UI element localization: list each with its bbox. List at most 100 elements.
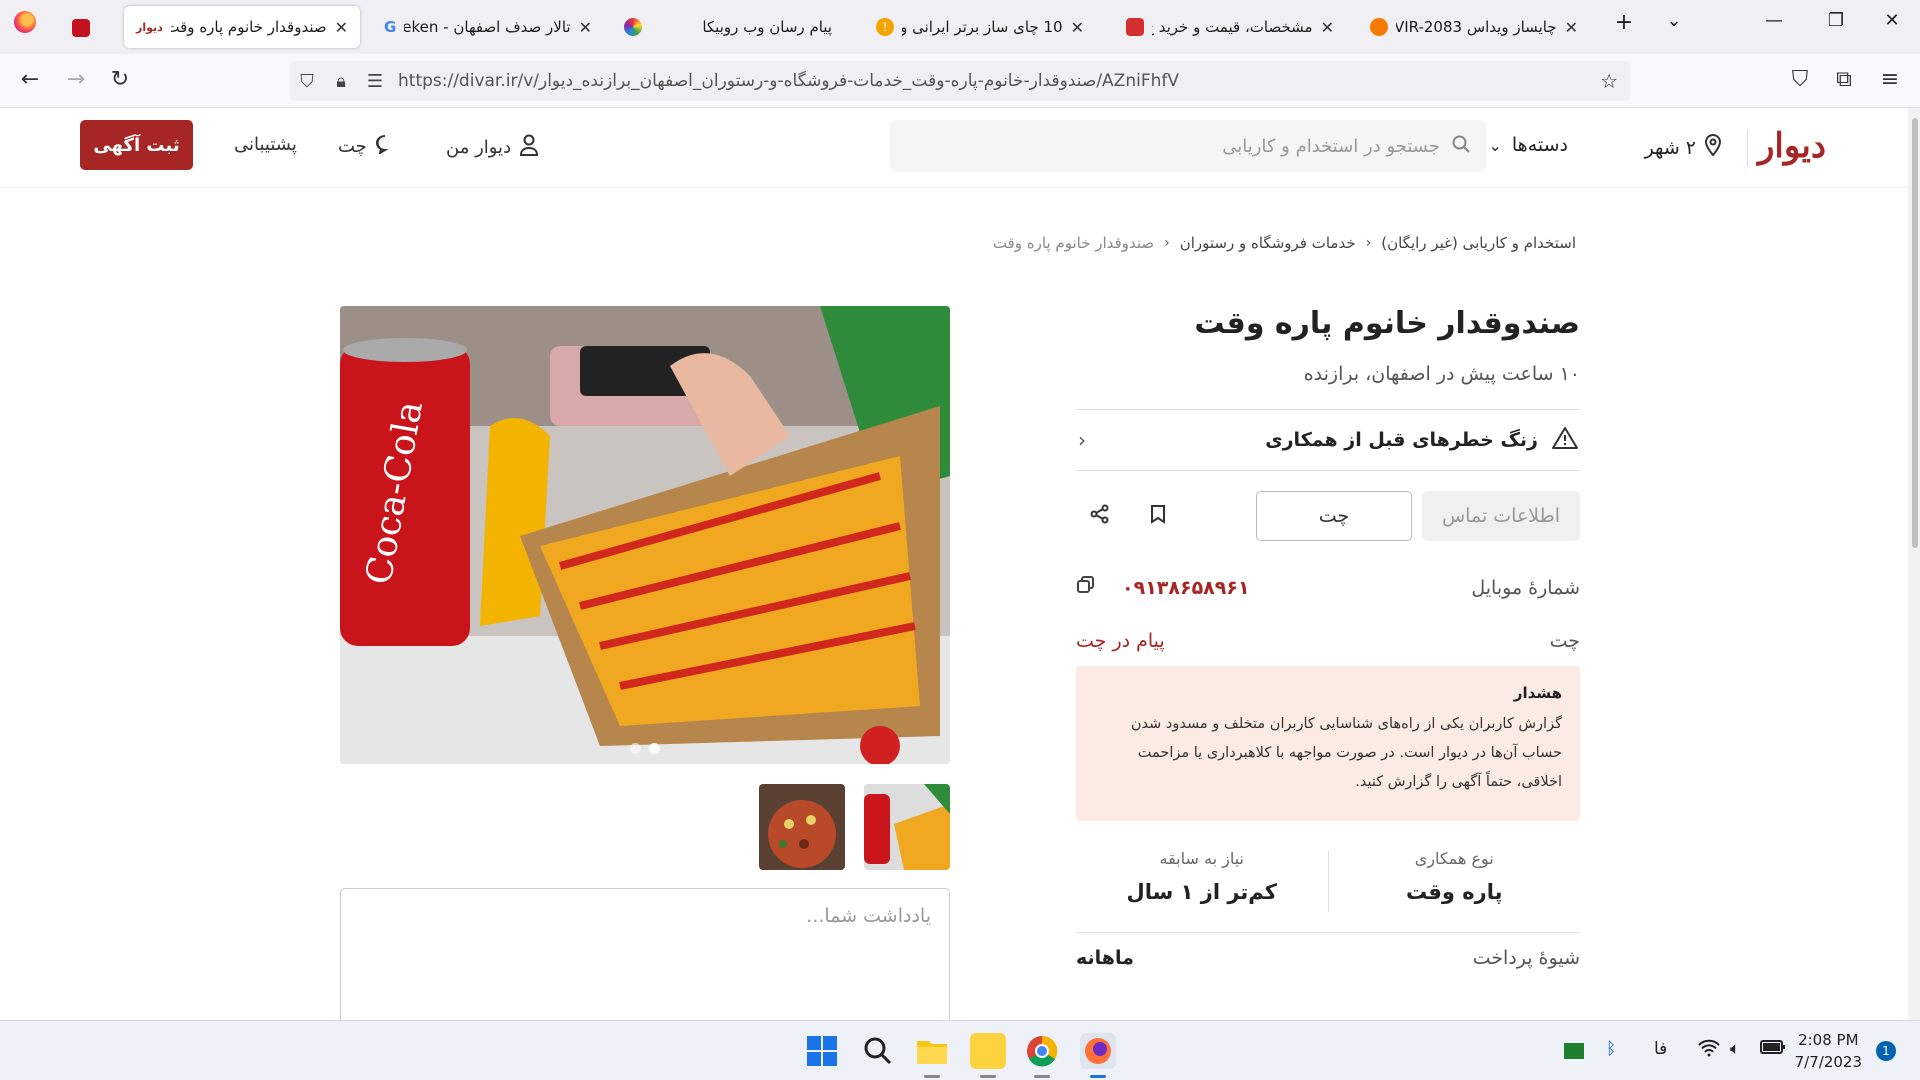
mobile-number[interactable]: ۰۹۱۳۸۶۵۸۹۶۱ <box>1122 577 1250 599</box>
chat-link[interactable]: پیام در چت <box>1076 630 1165 652</box>
page-scrollbar[interactable] <box>1908 108 1920 1020</box>
tab-title: 10 چای ساز برتر ایرانی و خا <box>902 18 1063 36</box>
pocket-icon[interactable]: ⛉ <box>1786 67 1814 92</box>
wifi-icon[interactable] <box>1698 1039 1720 1062</box>
divar-logo[interactable]: دیوار <box>1758 126 1826 166</box>
tab-badge: دیوار <box>136 20 163 34</box>
chat-row: چت پیام در چت <box>1076 630 1580 652</box>
gallery-dots[interactable] <box>630 743 660 754</box>
divider <box>1747 130 1748 166</box>
thumbnail-1[interactable] <box>864 784 950 870</box>
copy-icon[interactable] <box>1076 575 1096 600</box>
running-indicator <box>924 1075 940 1078</box>
permissions-icon[interactable]: ☰ <box>358 71 392 92</box>
ad-image[interactable]: Coca-Cola <box>340 306 950 764</box>
scrollbar-thumb[interactable] <box>1912 118 1918 548</box>
chrome-icon[interactable] <box>1024 1033 1060 1069</box>
tab[interactable]: پیام رسان وب روبیکا <box>612 6 844 48</box>
back-icon[interactable]: ← <box>16 67 44 92</box>
language-indicator[interactable]: فا <box>1654 1039 1667 1059</box>
pinned-tab[interactable] <box>60 8 102 48</box>
warning-title: هشدار <box>1513 684 1562 702</box>
file-explorer-icon[interactable] <box>914 1033 950 1069</box>
my-divar-label: دیوار من <box>446 137 512 158</box>
bookmark-star-icon[interactable]: ☆ <box>1600 69 1618 93</box>
chat-button[interactable]: چت <box>1256 491 1412 541</box>
gallery-dot[interactable] <box>630 743 641 754</box>
ad-title: صندوقدار خانوم پاره وقت <box>1194 306 1580 341</box>
volume-icon[interactable]: 🔈︎ <box>1730 1039 1740 1059</box>
clock-time: 2:08 PM <box>1798 1031 1859 1049</box>
bookmark-icon[interactable] <box>1150 504 1166 529</box>
nvidia-icon[interactable] <box>1564 1043 1584 1059</box>
address-bar[interactable]: ⛉ 🔒︎ ☰ https://divar.ir/v/صندوقدار-خانوم… <box>290 61 1630 101</box>
safety-alert-row[interactable]: زنگ خطرهای قبل از همکاری ‹ <box>1076 409 1580 471</box>
job-facts: نوع همکاری پاره وقت نیاز به سابقه کم‌تر … <box>1076 841 1580 933</box>
tab-title: صندوقدار خانوم پاره وقت <box>170 18 327 36</box>
contact-info-button[interactable]: اطلاعات تماس <box>1422 491 1580 541</box>
site-header: دیوار ۲ شهر دسته‌ها ⌄ جستجو در استخدام و… <box>0 108 1908 188</box>
warning-box: هشدار گزارش کاربران یکی از راه‌های شناسا… <box>1076 666 1580 821</box>
lock-icon[interactable]: 🔒︎ <box>324 71 358 92</box>
firefox-taskbar-icon[interactable] <box>1080 1033 1116 1069</box>
action-row: اطلاعات تماس چت <box>1076 491 1580 541</box>
window-close-icon[interactable]: ✕ <box>1872 10 1912 31</box>
payment-row: شیوهٔ پرداخت ماهانه <box>1076 947 1580 969</box>
close-icon[interactable]: ✕ <box>1071 18 1084 37</box>
tab-list-icon[interactable]: ⌄ <box>1654 10 1694 31</box>
forward-icon[interactable]: → <box>62 67 90 92</box>
tab-title: مشخصات، قیمت و خرید چ <box>1152 18 1313 36</box>
support-button[interactable]: پشتیبانی <box>234 134 297 155</box>
restore-icon[interactable]: ❐ <box>1816 10 1856 31</box>
warning-body: گزارش کاربران یکی از راه‌های شناسایی کار… <box>1130 716 1562 790</box>
tab[interactable]: ! 10 چای ساز برتر ایرانی و خا ✕ <box>864 6 1096 48</box>
divar-favicon <box>72 19 90 37</box>
system-clock[interactable]: 2:08 PM 7/7/2023 <box>1795 1029 1862 1073</box>
tab[interactable]: G تالار صدف اصفهان - eken ✕ <box>372 6 604 48</box>
fact-value: کم‌تر از ۱ سال <box>1126 880 1277 904</box>
close-icon[interactable]: ✕ <box>579 18 592 37</box>
notification-badge[interactable]: 1 <box>1876 1041 1896 1061</box>
my-divar-button[interactable]: دیوار من <box>446 134 539 161</box>
close-icon[interactable]: ✕ <box>1321 18 1334 37</box>
categories-dropdown[interactable]: دسته‌ها ⌄ <box>1488 134 1568 156</box>
payment-label: شیوهٔ پرداخت <box>1472 947 1580 969</box>
bluetooth-icon[interactable]: ᛒ <box>1606 1039 1616 1059</box>
share-icon[interactable] <box>1090 504 1110 529</box>
breadcrumb-item[interactable]: استخدام و کاریابی (غیر رایگان) <box>1381 234 1576 252</box>
start-icon[interactable] <box>804 1033 840 1069</box>
fact-experience: نیاز به سابقه کم‌تر از ۱ سال <box>1076 849 1329 912</box>
breadcrumb-item[interactable]: خدمات فروشگاه و رستوران <box>1180 234 1356 252</box>
search-icon[interactable] <box>860 1033 896 1069</box>
breadcrumb-current: صندوقدار خانوم پاره وقت <box>992 234 1155 252</box>
ad-details: صندوقدار خانوم پاره وقت ۱۰ ساعت پیش در ا… <box>1076 298 1580 969</box>
close-icon[interactable]: ✕ <box>1565 18 1578 37</box>
shield-icon[interactable]: ⛉ <box>290 71 324 92</box>
url-text[interactable]: https://divar.ir/v/صندوقدار-خانوم-پاره-و… <box>398 71 1179 91</box>
chat-nav-button[interactable]: چت <box>338 134 395 159</box>
menu-icon[interactable]: ≡ <box>1876 67 1904 92</box>
chat-row-label: چت <box>1549 630 1580 652</box>
tab-title: تالار صدف اصفهان - eken <box>404 18 571 36</box>
city-selector[interactable]: ۲ شهر <box>1645 133 1722 161</box>
gallery-dot-active[interactable] <box>649 743 660 754</box>
tab[interactable]: مشخصات، قیمت و خرید چ ✕ <box>1114 6 1346 48</box>
tab-active[interactable]: ✕ صندوقدار خانوم پاره وقت دیوار <box>124 6 360 48</box>
firefox-icon[interactable] <box>14 11 36 33</box>
minimize-icon[interactable]: — <box>1754 10 1794 31</box>
search-input[interactable]: جستجو در استخدام و کاریابی <box>890 120 1486 172</box>
reload-icon[interactable]: ↻ <box>106 67 134 92</box>
tab[interactable]: چایساز ویداس VIR-2083 - ✕ <box>1358 6 1590 48</box>
fact-label: نوع همکاری <box>1414 849 1494 868</box>
close-icon[interactable]: ✕ <box>335 18 348 37</box>
browser-tab-bar: ✕ صندوقدار خانوم پاره وقت دیوار G تالار … <box>0 0 1920 54</box>
thumbnail-2[interactable] <box>759 784 845 870</box>
google-icon: G <box>384 18 397 36</box>
player-app-icon[interactable] <box>970 1033 1006 1069</box>
windows-taskbar: ᛒ فا 🔈︎ 2:08 PM 7/7/2023 1 <box>0 1020 1920 1080</box>
note-textarea[interactable]: یادداشت شما... <box>340 888 950 1020</box>
new-tab-icon[interactable]: + <box>1604 10 1644 35</box>
post-ad-button[interactable]: ثبت آگهی <box>80 120 193 170</box>
extensions-icon[interactable]: ⧉ <box>1830 67 1858 92</box>
battery-icon[interactable] <box>1760 1039 1786 1060</box>
